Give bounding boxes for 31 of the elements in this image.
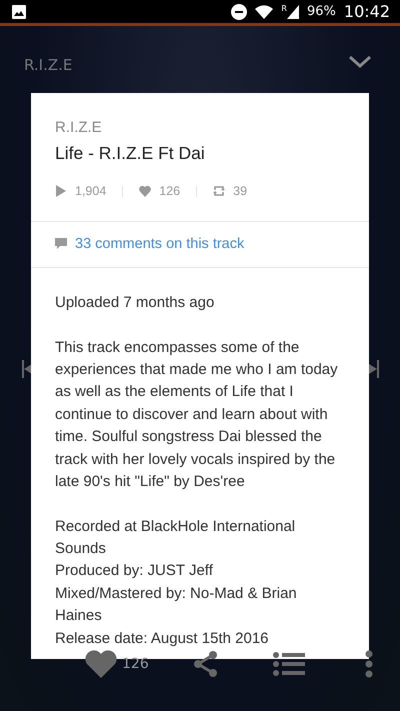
network-type: R [281, 4, 287, 12]
battery-level: 96% [306, 2, 336, 21]
do-not-disturb-icon [231, 4, 248, 20]
like-count: 126 [122, 654, 149, 674]
next-icon[interactable] [369, 360, 379, 378]
description-text: Mixed/Mastered by: No-Mad & Brian Haines [55, 584, 298, 626]
description-text: Recorded at BlackHole International Sounds [55, 516, 296, 559]
wifi-icon [255, 4, 274, 18]
list-icon[interactable] [272, 652, 305, 676]
play-icon [55, 185, 67, 198]
stat-count: 126 [159, 182, 180, 200]
clock: 10:42 [344, 0, 390, 22]
description-text: Produced by: JUST Jeff [55, 561, 214, 582]
description-text: This track encompasses some of the experiences that made me who I am today as well as the elements of Life that I continue to discover and learn about with time. Soulful songstress Dai blessed the track with her lovely vocals inspired by the late 90's hit "Life" by Des'ree [55, 338, 339, 492]
collapse-icon[interactable] [348, 56, 372, 68]
comment-icon [55, 238, 67, 250]
more-icon[interactable] [364, 650, 373, 678]
stat-count: 39 [233, 182, 248, 200]
track-title: Life - R.I.Z.E Ft Dai [55, 142, 206, 164]
signal-icon [286, 4, 299, 18]
heart-icon [139, 185, 152, 198]
artist-name: R.I.Z.E [24, 55, 72, 76]
heart-icon[interactable] [84, 650, 118, 678]
stat-count: 1,904 [75, 182, 106, 200]
image-icon [12, 4, 26, 18]
artist-name: R.I.Z.E [55, 118, 103, 138]
repost-icon [213, 185, 226, 198]
comments-link[interactable]: 33 comments on this track [75, 234, 244, 256]
share-icon[interactable] [192, 650, 219, 678]
description-text: Uploaded 7 months ago [55, 293, 216, 314]
description-text: Release date: August 15th 2016 [55, 628, 270, 649]
